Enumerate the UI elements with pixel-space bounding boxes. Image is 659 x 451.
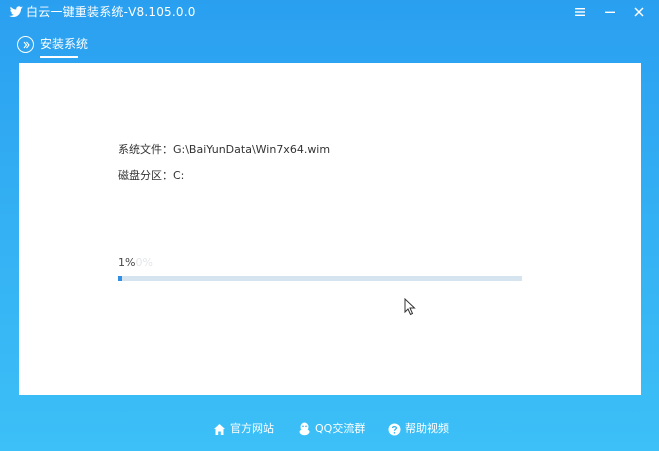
active-tab-indicator [40,56,78,58]
close-icon[interactable] [630,3,648,21]
bird-logo-icon [8,4,24,20]
progress-bar [118,276,522,281]
progress-bar-fill [118,276,122,281]
qq-penguin-icon [299,422,310,436]
mouse-cursor-icon [404,297,416,316]
help-icon [388,423,401,435]
progress-percent-text: 1% [118,256,136,269]
tab-bar [0,30,659,60]
official-website-link[interactable]: 官方网站 [213,422,274,436]
install-panel [19,63,641,395]
window-title: 白云一键重装系统-V8.105.0.0 [26,5,196,19]
help-video-label: 帮助视频 [405,422,449,435]
system-file-label: 系统文件：G:\BaiYunData\Win7x64.wim [118,143,331,156]
official-website-label: 官方网站 [230,422,274,435]
qq-group-link[interactable]: QQ交流群 [298,422,365,436]
progress-ghost-text: 0% [135,256,153,269]
menu-icon[interactable] [571,3,589,21]
progress-percent: 1%0% [118,256,153,270]
footer: 官方网站 QQ交流群 帮助视频 [0,418,659,442]
tab-install-system[interactable]: 安装系统 [40,36,88,52]
qq-group-label: QQ交流群 [315,422,366,435]
chevron-right-circle-icon [17,36,34,53]
disk-partition-label: 磁盘分区：C: [118,169,185,182]
help-video-link[interactable]: 帮助视频 [388,422,449,436]
home-icon [214,423,225,435]
title-bar: 白云一键重装系统-V8.105.0.0 [0,0,659,24]
minimize-icon[interactable] [601,3,619,21]
